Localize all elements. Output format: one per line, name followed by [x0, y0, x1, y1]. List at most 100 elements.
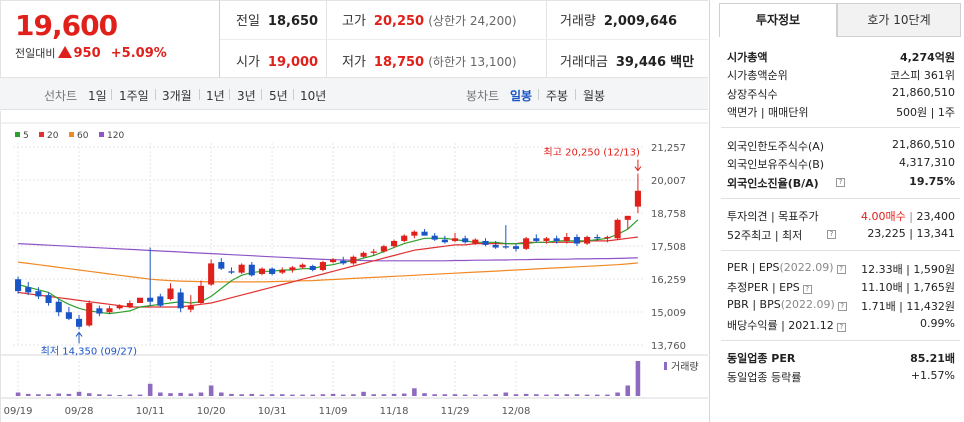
volume-bar	[97, 394, 102, 396]
candle-body	[451, 238, 459, 241]
volume-bar	[605, 394, 610, 396]
volume-bar	[554, 394, 559, 396]
candle-body	[228, 271, 235, 273]
x-tick-label: 10/20	[197, 406, 226, 417]
period-3m[interactable]: 3개월	[162, 87, 192, 104]
candle-body	[411, 231, 418, 236]
volume-bar	[249, 393, 255, 396]
help-icon[interactable]: ?	[802, 285, 812, 294]
y-axis: 21,257 20,007 18,758 17,508 16,259 15,009 13,7…	[651, 143, 686, 352]
help-icon[interactable]: ?	[836, 178, 845, 187]
candle-body	[431, 235, 438, 240]
candle-body	[279, 269, 286, 273]
candle-weekly[interactable]: 주봉	[546, 87, 568, 104]
volume-bar	[432, 394, 437, 396]
period-1w[interactable]: 1주일	[119, 87, 149, 104]
candle-body	[594, 236, 601, 239]
candle-body	[116, 305, 123, 309]
volume-bar	[127, 394, 133, 396]
period-10y[interactable]: 10년	[300, 87, 326, 104]
change-percent: +5.09%	[110, 46, 167, 61]
help-icon[interactable]: ?	[836, 265, 846, 274]
pbr-bps-row: PBR | BPS(2022.09)? 1.71배 | 11,432원	[727, 298, 955, 313]
candle-body	[330, 259, 337, 263]
candle-body	[258, 268, 265, 274]
candle-body	[106, 308, 113, 313]
volume-bar	[76, 391, 82, 396]
volume-bar	[625, 385, 631, 396]
est-per-eps-row: 추정PER | EPS? 11.10배 | 1,765원	[727, 281, 955, 294]
volume-bar	[351, 394, 356, 396]
candle-body	[187, 305, 194, 310]
x-tick-label: 09/19	[4, 406, 33, 417]
volume-bar	[36, 394, 41, 396]
low-annotation: 최저 14,350 (09/27)	[41, 345, 137, 357]
period-5y[interactable]: 5년	[269, 87, 288, 104]
volume-bar	[320, 394, 326, 396]
period-3y[interactable]: 3년	[237, 87, 256, 104]
volume-bar	[158, 392, 163, 396]
help-icon[interactable]: ?	[837, 302, 847, 311]
candle-body	[492, 244, 499, 248]
volume-bar	[422, 393, 427, 396]
candle-body	[35, 291, 42, 297]
help-icon[interactable]: ?	[836, 323, 846, 332]
legend-swatch	[15, 132, 20, 137]
volume-bar	[442, 394, 448, 396]
period-bar: 선차트 1일 1주일 3개월 1년 3년 5년 10년 봉차트 일봉 주봉 월봉	[0, 78, 708, 110]
candle-chart-label: 봉차트	[466, 89, 500, 103]
sector-per-row[interactable]: 동일업종 PER 85.21배	[727, 350, 955, 368]
volume-bar	[564, 394, 570, 396]
candle-body	[65, 312, 72, 319]
help-icon[interactable]: ?	[827, 230, 836, 239]
legend-swatch	[39, 132, 44, 137]
x-tick-label: 09/28	[65, 406, 94, 417]
period-1y[interactable]: 1년	[206, 87, 225, 104]
sector-rate-row[interactable]: 동일업종 등락률 +1.57%	[727, 369, 955, 387]
divider	[220, 39, 708, 40]
volume-bar	[279, 394, 285, 396]
candle-body	[441, 239, 448, 243]
candle-body	[573, 236, 580, 244]
candle-monthly[interactable]: 월봉	[583, 87, 605, 104]
volume-bar	[219, 392, 224, 396]
market-cap-rank-row[interactable]: 시가총액순위 코스피 361위	[727, 67, 955, 85]
y-tick-label: 15,009	[651, 308, 686, 319]
y-tick-label: 13,760	[651, 341, 686, 352]
tab-order-book[interactable]: 호가 10단계	[837, 3, 961, 37]
52week-row: 52주최고 | 최저? 23,225 | 13,341	[727, 227, 955, 242]
volume-bar	[594, 394, 600, 396]
candle-body	[634, 190, 641, 207]
par-value-row: 액면가 | 매매단위 500원 | 1주	[727, 106, 955, 119]
candle-body	[269, 268, 276, 274]
change-value: 950	[73, 46, 101, 61]
candle-body	[86, 303, 93, 326]
volume-bar	[412, 388, 417, 396]
volume-bar	[401, 393, 407, 396]
volume-bar	[523, 393, 529, 396]
volume-bar	[15, 392, 21, 396]
low-price: 저가 18,750 (하한가 13,100)	[342, 55, 517, 70]
per-eps-row: PER | EPS(2022.09)? 12.33배 | 1,590원	[727, 261, 955, 276]
divider	[546, 1, 547, 79]
x-tick-label: 11/29	[441, 406, 470, 417]
price-chart[interactable]: 5 20 60 120 21,257 20,007 18,758 17,508 16,259 1…	[0, 111, 708, 422]
period-1d[interactable]: 1일	[88, 87, 107, 104]
candle-body	[319, 262, 326, 270]
trade-amount: 거래대금 39,446 백만	[560, 55, 695, 70]
volume-bar	[117, 394, 122, 396]
volume-bar	[462, 394, 468, 396]
tab-investment-info[interactable]: 투자정보	[719, 3, 837, 37]
volume-bar	[107, 394, 112, 396]
candle-body	[462, 238, 469, 243]
candle-body	[126, 303, 133, 307]
volume-bar	[239, 394, 244, 396]
volume-bar	[391, 393, 397, 396]
candle-daily[interactable]: 일봉	[510, 87, 532, 104]
candle-body	[421, 231, 428, 236]
volume-bar	[188, 393, 194, 396]
annotations: 최고 20,250 (12/13) 최저 14,350 (09/27)	[41, 147, 642, 357]
high-price: 고가 20,250 (상한가 24,200)	[342, 14, 517, 29]
volume-bar	[635, 361, 641, 396]
volume-bar	[178, 392, 183, 396]
